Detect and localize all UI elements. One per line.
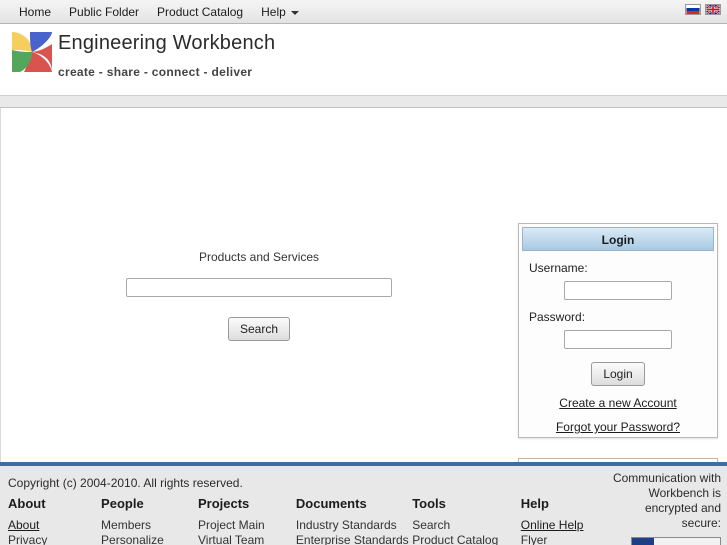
search-block: Products and Services Search	[125, 250, 393, 341]
footer-heading-projects: Projects	[197, 496, 250, 511]
copyright-text: Copyright (c) 2004-2010. All rights rese…	[8, 476, 243, 490]
username-label: Username:	[529, 261, 588, 275]
footer-link-project-main[interactable]: Project Main	[198, 518, 296, 533]
footer-link-members[interactable]: Members	[101, 518, 198, 533]
pinwheel-logo-icon	[10, 30, 54, 74]
menu-item-product-catalog[interactable]: Product Catalog	[148, 0, 252, 24]
footer-column-about: About About Privacy	[8, 496, 101, 545]
security-badge[interactable]: SECURED BY	[631, 537, 721, 545]
footer-link-personalize[interactable]: Personalize	[101, 533, 198, 545]
footer-link-online-help[interactable]: Online Help	[521, 518, 608, 533]
footer-link-flyer[interactable]: Flyer	[521, 533, 608, 545]
footer-link-virtual-team[interactable]: Virtual Team	[198, 533, 296, 545]
menu-item-help-label: Help	[261, 5, 286, 19]
menu-item-public-folder-label: Public Folder	[69, 5, 140, 19]
secure-note: Communication with Workbench is encrypte…	[612, 471, 721, 530]
footer: Copyright (c) 2004-2010. All rights rese…	[0, 466, 727, 545]
menu-item-public-folder[interactable]: Public Folder	[60, 0, 148, 24]
footer-heading-people: People	[101, 496, 144, 511]
main-content: Products and Services Search Login Usern…	[0, 108, 727, 545]
search-label: Products and Services	[198, 250, 320, 264]
footer-link-privacy[interactable]: Privacy	[8, 533, 101, 545]
uk-flag-icon[interactable]	[705, 4, 721, 15]
footer-column-projects: Projects Project Main Virtual Team	[198, 496, 296, 545]
page-root: Home Public Folder Product Catalog Help	[0, 0, 727, 545]
top-menu-bar: Home Public Folder Product Catalog Help	[0, 0, 727, 24]
menu-item-home-label: Home	[19, 5, 52, 19]
brand-tagline: create - share - connect - deliver	[58, 65, 253, 79]
menu-item-help[interactable]: Help	[252, 0, 308, 24]
chevron-down-icon	[290, 10, 299, 15]
search-input[interactable]	[126, 278, 392, 297]
footer-link-enterprise-standards[interactable]: Enterprise Standards	[296, 533, 412, 545]
language-flags	[685, 4, 721, 15]
search-button[interactable]: Search	[227, 317, 291, 341]
footer-link-industry-standards[interactable]: Industry Standards	[296, 518, 412, 533]
login-panel-title: Login	[522, 227, 714, 251]
header-separator-band	[0, 95, 727, 108]
login-panel: Login Username: Password: Login Create a…	[518, 223, 718, 438]
footer-link-about[interactable]: About	[8, 518, 101, 533]
footer-column-help: Help Online Help Flyer	[521, 496, 608, 545]
footer-column-tools: Tools Search Product Catalog	[412, 496, 521, 545]
username-input[interactable]	[564, 281, 672, 300]
create-account-link[interactable]: Create a new Account	[519, 396, 717, 410]
footer-heading-about: About	[8, 496, 46, 511]
menu-item-list: Home Public Folder Product Catalog Help	[10, 0, 308, 24]
forgot-password-link[interactable]: Forgot your Password?	[519, 420, 717, 434]
login-button-row: Login	[519, 349, 717, 386]
menu-item-product-catalog-label: Product Catalog	[157, 5, 244, 19]
password-input[interactable]	[564, 330, 672, 349]
username-row	[519, 281, 717, 300]
footer-heading-tools: Tools	[412, 496, 446, 511]
password-label: Password:	[529, 310, 586, 324]
footer-heading-help: Help	[520, 496, 549, 511]
footer-link-product-catalog[interactable]: Product Catalog	[412, 533, 521, 545]
footer-heading-documents: Documents	[295, 496, 367, 511]
footer-column-documents: Documents Industry Standards Enterprise …	[296, 496, 412, 545]
menu-item-home[interactable]: Home	[10, 0, 60, 24]
page-title: Engineering Workbench	[58, 32, 276, 54]
security-badge-flag-icon	[632, 538, 654, 545]
login-button[interactable]: Login	[591, 362, 645, 386]
brand-header: Engineering Workbench create - share - c…	[0, 24, 727, 95]
footer-column-people: People Members Personalize	[101, 496, 198, 545]
russian-flag-icon[interactable]	[685, 4, 701, 15]
password-row	[519, 330, 717, 349]
footer-link-search[interactable]: Search	[412, 518, 521, 533]
footer-columns: About About Privacy People Members Perso…	[8, 496, 608, 545]
